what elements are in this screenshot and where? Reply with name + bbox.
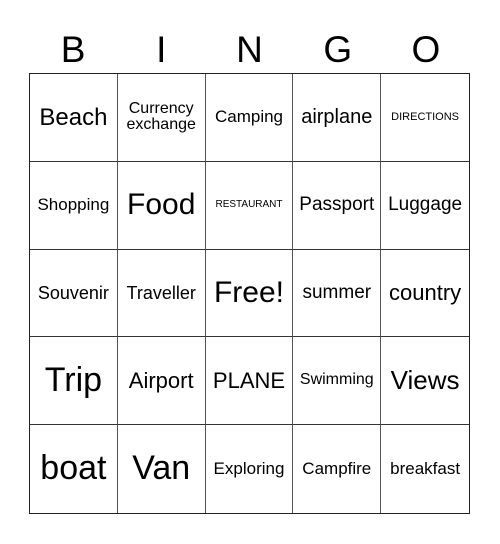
bingo-cell[interactable]: Airport — [117, 337, 206, 426]
bingo-cell[interactable]: Luggage — [381, 162, 469, 250]
bingo-cell[interactable]: Camping — [205, 74, 294, 162]
header-letter-g: G — [323, 29, 353, 70]
bingo-cell[interactable]: PLANE — [205, 337, 294, 426]
bingo-cell[interactable]: Campfire — [293, 425, 382, 513]
bingo-cell[interactable]: Van — [118, 425, 206, 513]
header-letter-o: O — [411, 29, 441, 70]
bingo-cell[interactable]: airplane — [293, 74, 382, 162]
free-space-cell[interactable]: Free! — [205, 249, 294, 338]
bingo-cell[interactable]: Souvenir — [30, 249, 118, 338]
bingo-cell[interactable]: Swimming — [293, 337, 382, 426]
bingo-cell[interactable]: country — [381, 250, 469, 338]
bingo-cell[interactable]: boat — [30, 425, 118, 513]
bingo-cell[interactable]: Beach — [30, 74, 118, 162]
header-letter-i: I — [156, 29, 167, 70]
bingo-cell[interactable]: summer — [293, 249, 382, 338]
bingo-cell[interactable]: Food — [117, 161, 206, 250]
bingo-cell[interactable]: RESTAURANT — [205, 161, 294, 250]
bingo-header: B I N G O — [29, 28, 470, 72]
header-letter-n: N — [236, 29, 263, 70]
bingo-cell[interactable]: breakfast — [381, 425, 469, 513]
bingo-cell[interactable]: Trip — [30, 337, 118, 426]
bingo-cell[interactable]: Shopping — [30, 161, 118, 250]
bingo-grid: Beach Currency exchange Camping airplane… — [29, 73, 470, 514]
bingo-cell[interactable]: Currency exchange — [117, 74, 206, 162]
bingo-cell[interactable]: Views — [381, 337, 469, 426]
bingo-cell[interactable]: Passport — [293, 161, 382, 250]
bingo-cell[interactable]: Traveller — [117, 249, 206, 338]
bingo-cell[interactable]: DIRECTIONS — [381, 74, 469, 162]
header-letter-b: B — [60, 29, 86, 70]
bingo-cell[interactable]: Exploring — [206, 425, 294, 513]
